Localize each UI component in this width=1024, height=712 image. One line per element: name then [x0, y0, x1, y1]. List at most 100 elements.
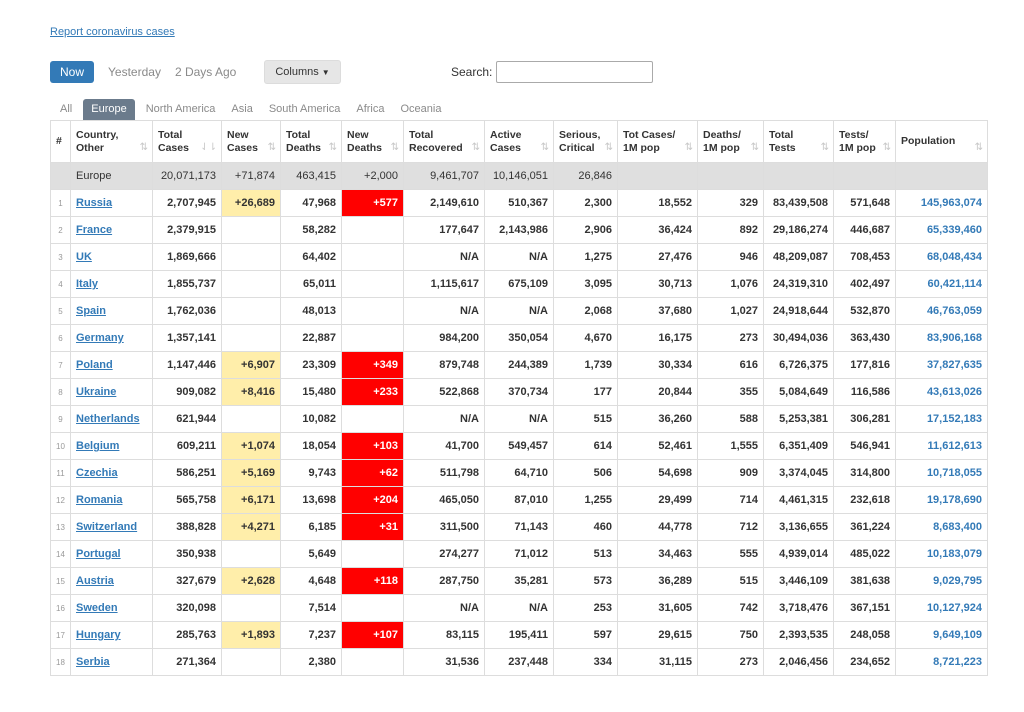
- column-header[interactable]: Total Tests ⇅: [763, 120, 834, 163]
- population-link[interactable]: 10,183,079: [927, 548, 982, 560]
- country-link[interactable]: Poland: [76, 359, 113, 371]
- cell-cases-per-1m: 36,260: [617, 405, 698, 433]
- country-link[interactable]: Italy: [76, 278, 98, 290]
- columns-button[interactable]: Columns ▼: [264, 60, 341, 84]
- country-link[interactable]: Belgium: [76, 440, 119, 452]
- sort-icon[interactable]: ⇅: [975, 141, 983, 154]
- country-link[interactable]: UK: [76, 251, 92, 263]
- cell-new-cases: [221, 540, 281, 568]
- column-header[interactable]: Tot Cases/1M pop ⇅: [617, 120, 698, 163]
- tab-south-america[interactable]: South America: [261, 99, 349, 121]
- sort-icon[interactable]: ⇃⇂: [200, 141, 217, 154]
- column-header[interactable]: Serious, Critical ⇅: [553, 120, 618, 163]
- population-link[interactable]: 37,827,635: [927, 359, 982, 371]
- cell-total-deaths: 23,309: [280, 351, 342, 379]
- population-link[interactable]: 11,612,613: [928, 440, 982, 452]
- sort-icon[interactable]: ⇅: [751, 141, 759, 154]
- yesterday-button[interactable]: Yesterday: [108, 65, 161, 79]
- population-link[interactable]: 46,763,059: [927, 305, 982, 317]
- cell-total-deaths: 5,649: [280, 540, 342, 568]
- column-header[interactable]: New Deaths ⇅: [341, 120, 404, 163]
- country-link[interactable]: Portugal: [76, 548, 121, 560]
- country-link[interactable]: Ukraine: [76, 386, 116, 398]
- country-link[interactable]: Netherlands: [76, 413, 140, 425]
- population-link[interactable]: 19,178,690: [927, 494, 982, 506]
- country-cell: Romania: [70, 486, 153, 514]
- cell-cases-per-1m: 34,463: [617, 540, 698, 568]
- country-link[interactable]: Spain: [76, 305, 106, 317]
- tab-north-america[interactable]: North America: [138, 99, 224, 121]
- tab-oceania[interactable]: Oceania: [393, 99, 450, 121]
- row-number: 7: [50, 351, 71, 379]
- country-link[interactable]: Sweden: [76, 602, 118, 614]
- sort-icon[interactable]: ⇅: [391, 141, 399, 154]
- country-link[interactable]: Czechia: [76, 467, 118, 479]
- column-header[interactable]: Total Deaths ⇅: [280, 120, 342, 163]
- table-row: 13 Switzerland 388,828 +4,271 6,185 +31 311,50…: [50, 513, 988, 541]
- sort-icon[interactable]: ⇅: [685, 141, 693, 154]
- population-link[interactable]: 43,613,026: [927, 386, 982, 398]
- cell-total-tests: 3,374,045: [763, 459, 834, 487]
- search-input[interactable]: [496, 61, 654, 83]
- country-cell: Sweden: [70, 594, 153, 622]
- sort-icon[interactable]: ⇅: [821, 141, 829, 154]
- population-link[interactable]: 10,718,055: [927, 467, 982, 479]
- country-link[interactable]: Serbia: [76, 656, 110, 668]
- country-link[interactable]: Russia: [76, 197, 112, 209]
- column-header[interactable]: Population ⇅: [895, 120, 988, 163]
- country-link[interactable]: Romania: [76, 494, 122, 506]
- population-link[interactable]: 68,048,434: [927, 251, 982, 263]
- two-days-ago-button[interactable]: 2 Days Ago: [175, 65, 236, 79]
- sort-icon[interactable]: ⇅: [472, 141, 480, 154]
- population-link[interactable]: 17,152,183: [927, 413, 982, 425]
- population-link[interactable]: 60,421,114: [928, 278, 982, 290]
- cell-total-deaths: 4,648: [280, 567, 342, 595]
- tab-europe[interactable]: Europe: [83, 99, 135, 121]
- population-link[interactable]: 9,649,109: [933, 629, 982, 641]
- tab-all[interactable]: All: [52, 99, 80, 121]
- population-link[interactable]: 8,721,223: [933, 656, 982, 668]
- country-link[interactable]: Austria: [76, 575, 114, 587]
- sort-icon[interactable]: ⇅: [329, 141, 337, 154]
- population-link[interactable]: 83,906,168: [927, 332, 982, 344]
- cell-total-cases: 1,855,737: [152, 270, 222, 298]
- column-header[interactable]: New Cases ⇅: [221, 120, 281, 163]
- column-header[interactable]: Deaths/1M pop ⇅: [697, 120, 764, 163]
- column-header-label: Total: [286, 128, 311, 141]
- cell-serious: 1,739: [553, 351, 618, 379]
- country-cell: Hungary: [70, 621, 153, 649]
- column-header[interactable]: Total Cases ⇃⇂: [152, 120, 222, 163]
- sort-icon[interactable]: ⇅: [268, 141, 276, 154]
- population-link[interactable]: 8,683,400: [933, 521, 982, 533]
- column-header[interactable]: Total Recovered ⇅: [403, 120, 485, 163]
- population-link[interactable]: 65,339,460: [927, 224, 982, 236]
- report-cases-link[interactable]: Report coronavirus cases: [50, 26, 175, 38]
- sort-icon[interactable]: ⇅: [541, 141, 549, 154]
- column-header-label: Total: [769, 128, 794, 141]
- column-header[interactable]: Tests/1M pop ⇅: [833, 120, 896, 163]
- cell-tests-per-1m: 306,281: [833, 405, 896, 433]
- cell-total-recovered: N/A: [403, 405, 485, 433]
- sort-icon[interactable]: ⇅: [605, 141, 613, 154]
- column-header[interactable]: #: [50, 120, 71, 163]
- country-link[interactable]: Switzerland: [76, 521, 137, 533]
- population-link[interactable]: 9,029,795: [933, 575, 982, 587]
- tab-africa[interactable]: Africa: [348, 99, 392, 121]
- sort-icon[interactable]: ⇅: [883, 141, 891, 154]
- column-header[interactable]: Active Cases ⇅: [484, 120, 554, 163]
- cell-deaths-per-1m: 909: [697, 459, 764, 487]
- cell-total-deaths: 58,282: [280, 216, 342, 244]
- column-header-label: Deaths: [286, 141, 322, 154]
- column-header[interactable]: Country, Other ⇅: [70, 120, 153, 163]
- population-link[interactable]: 10,127,924: [927, 602, 982, 614]
- now-button[interactable]: Now: [50, 61, 95, 83]
- tab-asia[interactable]: Asia: [223, 99, 260, 121]
- country-link[interactable]: France: [76, 224, 112, 236]
- cell-new-cases: [221, 216, 281, 244]
- population-link[interactable]: 145,963,074: [921, 197, 982, 209]
- country-link[interactable]: Hungary: [76, 629, 121, 641]
- cell-total-deaths: 7,237: [280, 621, 342, 649]
- sort-icon[interactable]: ⇅: [140, 141, 148, 154]
- row-number: 14: [50, 540, 71, 568]
- country-link[interactable]: Germany: [76, 332, 124, 344]
